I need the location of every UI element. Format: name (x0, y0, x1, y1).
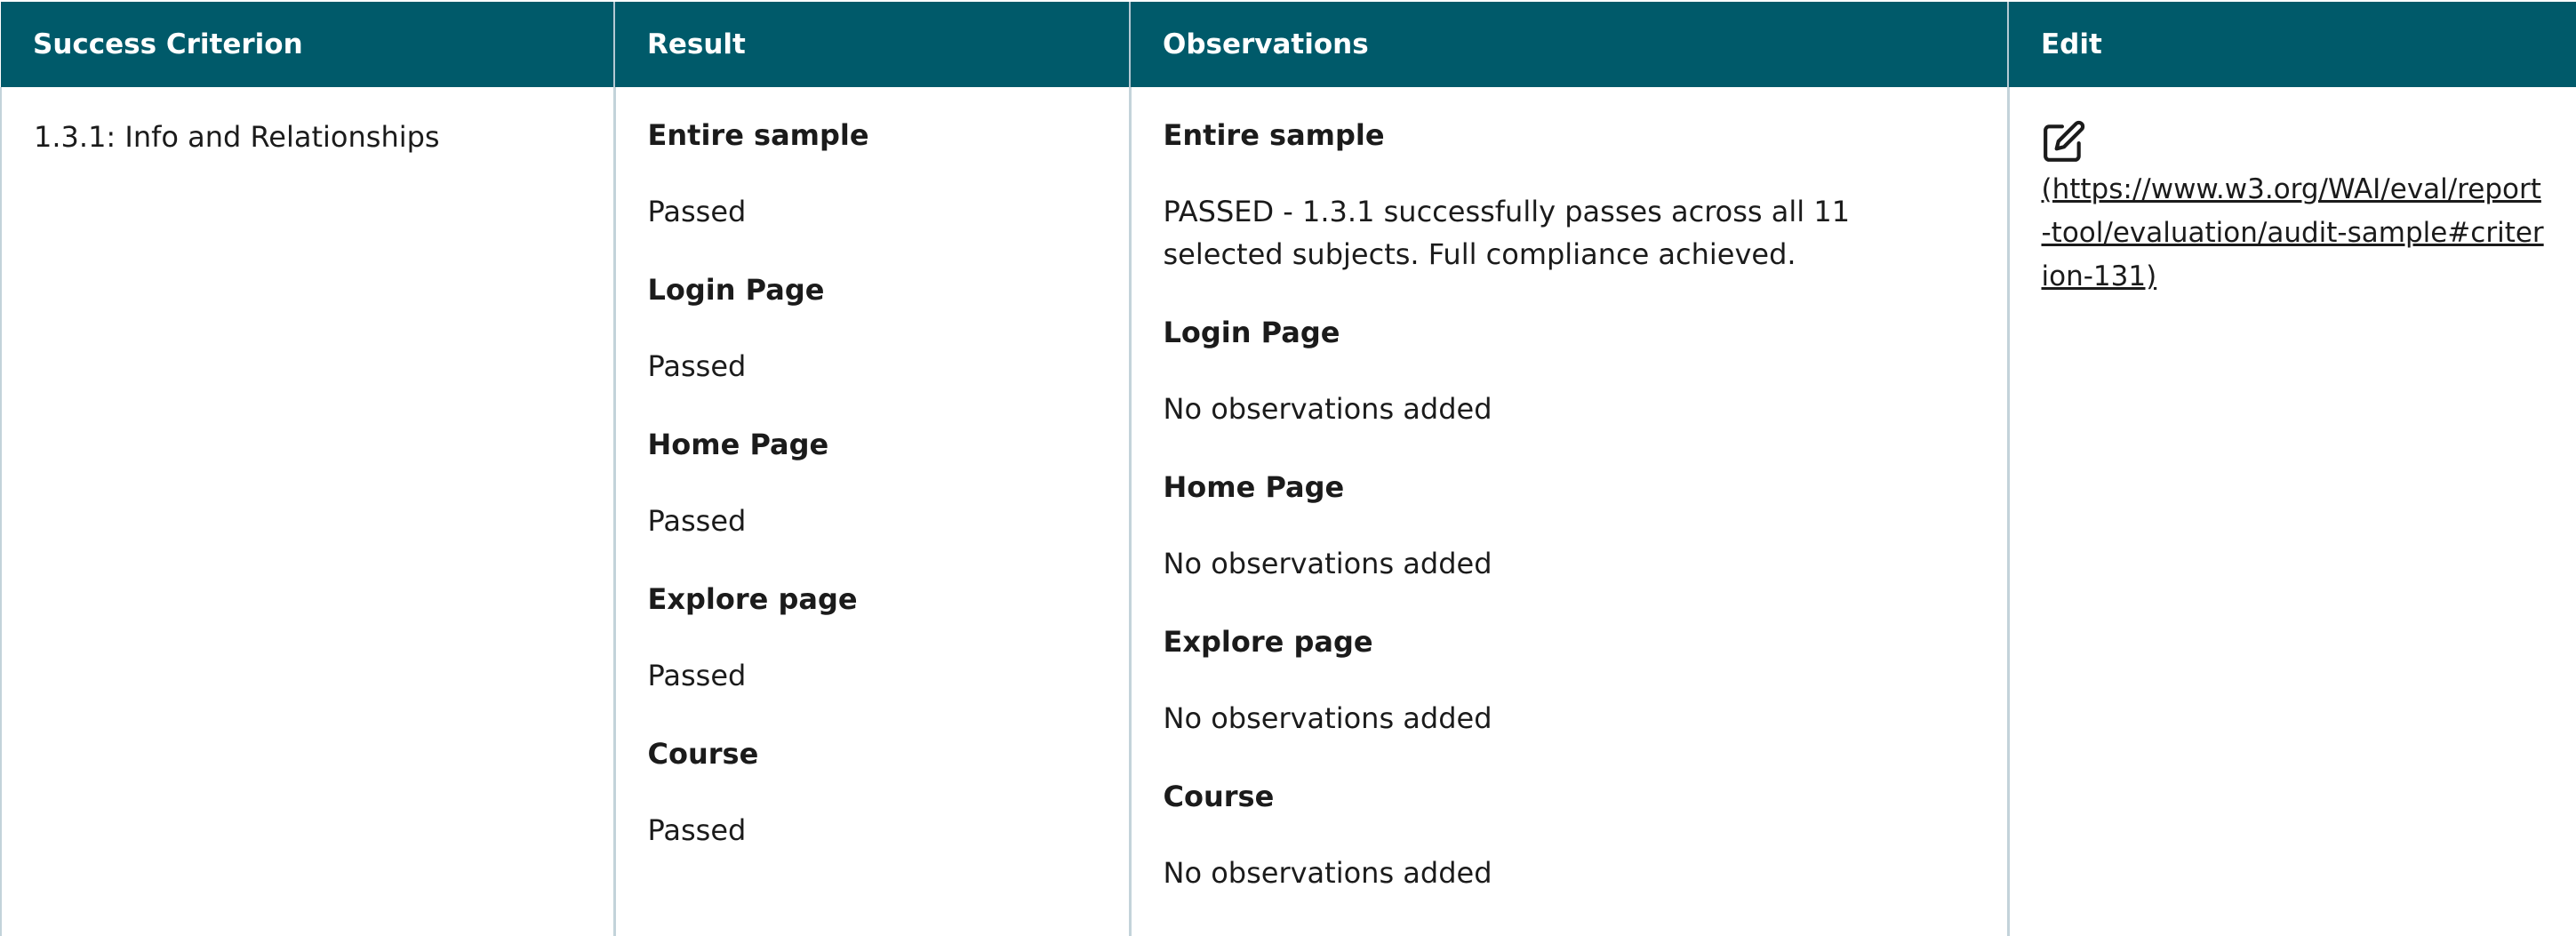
table-header: Success Criterion Result Observations Ed… (1, 2, 2576, 87)
result-title-course: Course (647, 737, 759, 771)
observation-value-home-page: No observations added (1163, 547, 1492, 580)
observation-title-login-page: Login Page (1163, 316, 1340, 349)
result-value-explore-page: Passed (647, 659, 747, 692)
header-result: Result (614, 2, 1131, 87)
result-title-login-page: Login Page (647, 273, 825, 307)
observation-value-login-page: No observations added (1163, 392, 1492, 426)
observation-title-course: Course (1163, 780, 1275, 813)
header-edit: Edit (2008, 2, 2576, 87)
result-value-entire-sample: Passed (647, 195, 747, 228)
result-cell: Entire sample Passed Login Page Passed H… (614, 87, 1132, 936)
edit-criterion-link[interactable]: (https://www.w3.org/WAI/eval/report-tool… (2042, 173, 2544, 292)
result-value-course: Passed (647, 813, 747, 847)
result-value-login-page: Passed (647, 349, 747, 383)
table-body: 1.3.1: Info and Relationships Entire sam… (0, 87, 2576, 936)
table-row: 1.3.1: Info and Relationships Entire sam… (0, 87, 2576, 936)
edit-icon[interactable] (2042, 119, 2086, 164)
header-row: Success Criterion Result Observations Ed… (1, 2, 2576, 87)
observation-value-entire-sample: PASSED - 1.3.1 successfully passes acros… (1163, 195, 1851, 271)
observation-title-entire-sample: Entire sample (1163, 118, 1385, 152)
observation-title-explore-page: Explore page (1163, 625, 1373, 659)
criterion-cell: 1.3.1: Info and Relationships (0, 87, 616, 936)
header-observations: Observations (1130, 2, 2009, 87)
observations-cell: Entire sample PASSED - 1.3.1 successfull… (1130, 87, 2010, 936)
result-title-home-page: Home Page (647, 428, 829, 461)
result-value-home-page: Passed (647, 504, 747, 538)
report-table: Success Criterion Result Observations Ed… (0, 2, 2576, 936)
observation-value-course: No observations added (1163, 856, 1492, 890)
observation-value-explore-page: No observations added (1163, 701, 1492, 735)
edit-cell: (https://www.w3.org/WAI/eval/report-tool… (2008, 87, 2576, 936)
result-title-entire-sample: Entire sample (647, 118, 869, 152)
observation-title-home-page: Home Page (1163, 470, 1345, 504)
result-title-explore-page: Explore page (647, 582, 858, 616)
criterion-name: 1.3.1: Info and Relationships (34, 120, 440, 154)
header-success-criterion: Success Criterion (1, 2, 615, 87)
